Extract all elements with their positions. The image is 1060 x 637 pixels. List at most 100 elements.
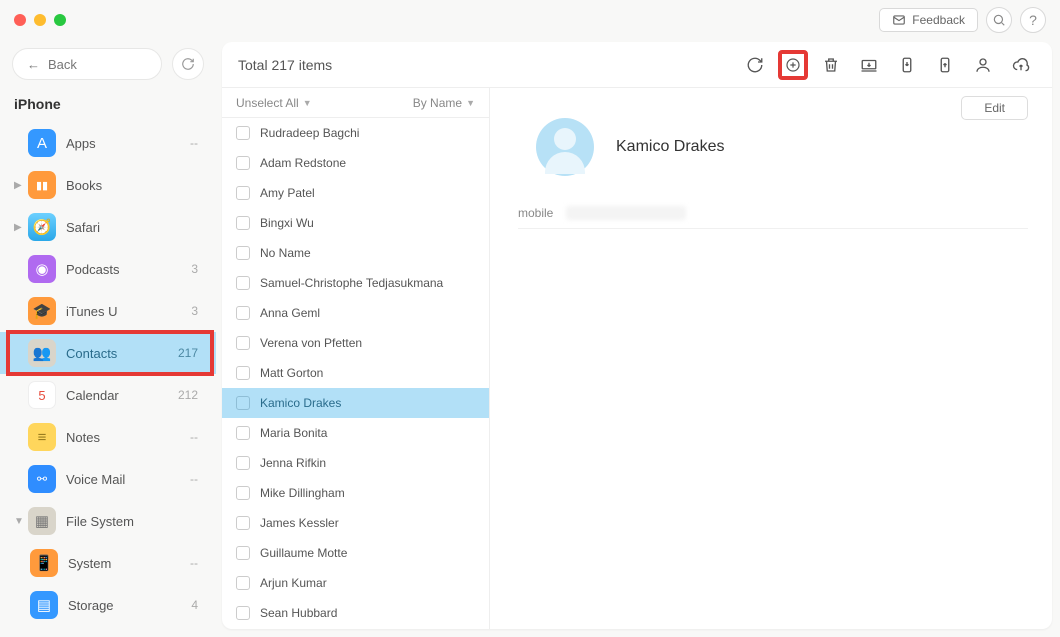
content-panel: Total 217 items — [222, 42, 1052, 629]
envelope-icon — [892, 13, 906, 27]
minimize-window-icon[interactable] — [34, 14, 46, 26]
list-item-label: Jenna Rifkin — [260, 456, 326, 470]
sidebar-item-books[interactable]: ▶ ▮▮ Books — [0, 164, 216, 206]
list-item[interactable]: Rudradeep Bagchi — [222, 118, 489, 148]
sidebar-refresh-button[interactable] — [172, 48, 204, 80]
help-button[interactable]: ? — [1020, 7, 1046, 33]
list-item-label: Maria Bonita — [260, 426, 327, 440]
merge-button[interactable] — [968, 50, 998, 80]
delete-button[interactable] — [816, 50, 846, 80]
list-item[interactable]: Verena von Pfetten — [222, 328, 489, 358]
sort-label: By Name — [413, 96, 462, 110]
list-item[interactable]: Adam Redstone — [222, 148, 489, 178]
checkbox[interactable] — [236, 516, 250, 530]
sidebar-item-label: Apps — [66, 136, 190, 151]
list-item[interactable]: Arjun Kumar — [222, 568, 489, 598]
sidebar-item-voicemail[interactable]: ⚯ Voice Mail -- — [0, 458, 216, 500]
to-mac-button[interactable] — [854, 50, 884, 80]
sidebar-item-calendar[interactable]: 5 Calendar 212 — [0, 374, 216, 416]
from-device-button[interactable] — [930, 50, 960, 80]
checkbox[interactable] — [236, 216, 250, 230]
from-device-icon — [936, 56, 954, 74]
sidebar-item-itunesu[interactable]: 🎓 iTunes U 3 — [0, 290, 216, 332]
sidebar-item-system[interactable]: 📱 System -- — [0, 542, 216, 584]
checkbox[interactable] — [236, 336, 250, 350]
checkbox[interactable] — [236, 546, 250, 560]
checkbox[interactable] — [236, 156, 250, 170]
checkbox[interactable] — [236, 126, 250, 140]
contacts-list[interactable]: Rudradeep Bagchi Adam Redstone Amy Patel Bi… — [222, 118, 489, 629]
feedback-button[interactable]: Feedback — [879, 8, 978, 32]
list-item[interactable]: Kamico Drakes — [222, 388, 489, 418]
checkbox[interactable] — [236, 366, 250, 380]
list-item[interactable]: James Kessler — [222, 508, 489, 538]
sidebar-item-apps[interactable]: A Apps -- — [0, 122, 216, 164]
list-item[interactable]: Mike Dillingham — [222, 478, 489, 508]
list-item-label: Mike Dillingham — [260, 486, 345, 500]
back-button[interactable]: ← Back — [12, 48, 162, 80]
list-item[interactable]: Amy Patel — [222, 178, 489, 208]
sidebar-item-filesystem[interactable]: ▼ ▦ File System — [0, 500, 216, 542]
list-item[interactable]: Anna Geml — [222, 298, 489, 328]
sidebar-item-safari[interactable]: ▶ 🧭 Safari — [0, 206, 216, 248]
list-item-label: Rudradeep Bagchi — [260, 126, 359, 140]
list-item[interactable]: Samuel-Christophe Tedjasukmana — [222, 268, 489, 298]
chevron-down-icon: ▼ — [14, 516, 26, 527]
calendar-icon: 5 — [28, 381, 56, 409]
close-window-icon[interactable] — [14, 14, 26, 26]
refresh-button[interactable] — [740, 50, 770, 80]
list-item-label: No Name — [260, 246, 311, 260]
plus-circle-icon — [785, 56, 801, 74]
contacts-list-column: Unselect All ▼ By Name ▼ Rudradeep Bagch… — [222, 88, 490, 629]
list-item-label: James Kessler — [260, 516, 339, 530]
help-icon: ? — [1029, 12, 1037, 28]
sidebar-item-podcasts[interactable]: ◉ Podcasts 3 — [0, 248, 216, 290]
cloud-button[interactable] — [1006, 50, 1036, 80]
sidebar-item-count: 3 — [191, 304, 198, 318]
checkbox[interactable] — [236, 456, 250, 470]
list-item[interactable]: Guillaume Motte — [222, 538, 489, 568]
sidebar-item-notes[interactable]: ≡ Notes -- — [0, 416, 216, 458]
sidebar-item-label: Storage — [68, 598, 191, 613]
safari-icon: 🧭 — [28, 213, 56, 241]
sidebar-item-label: System — [68, 556, 190, 571]
list-item-label: Arjun Kumar — [260, 576, 327, 590]
checkbox[interactable] — [236, 276, 250, 290]
list-item[interactable]: Bingxi Wu — [222, 208, 489, 238]
to-device-icon — [898, 56, 916, 74]
chevron-right-icon: ▶ — [14, 222, 26, 233]
list-item-label: Kamico Drakes — [260, 396, 341, 410]
import-to-mac-icon — [860, 56, 878, 74]
list-item-label: Guillaume Motte — [260, 546, 347, 560]
list-item[interactable]: Matt Gorton — [222, 358, 489, 388]
field-label: mobile — [518, 206, 566, 220]
checkbox[interactable] — [236, 186, 250, 200]
field-value-redacted — [566, 206, 686, 220]
caret-down-icon: ▼ — [466, 98, 475, 108]
window-controls[interactable] — [14, 14, 66, 26]
checkbox[interactable] — [236, 486, 250, 500]
list-item[interactable]: Maria Bonita — [222, 418, 489, 448]
to-device-button[interactable] — [892, 50, 922, 80]
edit-button[interactable]: Edit — [961, 96, 1028, 120]
checkbox[interactable] — [236, 306, 250, 320]
list-item[interactable]: No Name — [222, 238, 489, 268]
sidebar-item-storage[interactable]: ▤ Storage 4 — [0, 584, 216, 626]
zoom-window-icon[interactable] — [54, 14, 66, 26]
list-item-label: Amy Patel — [260, 186, 315, 200]
checkbox[interactable] — [236, 606, 250, 620]
sidebar-item-count: 4 — [191, 598, 198, 612]
checkbox[interactable] — [236, 246, 250, 260]
sidebar-item-label: Contacts — [66, 346, 178, 361]
unselect-all-button[interactable]: Unselect All ▼ — [236, 96, 312, 110]
checkbox[interactable] — [236, 576, 250, 590]
search-button[interactable] — [986, 7, 1012, 33]
checkbox[interactable] — [236, 396, 250, 410]
checkbox[interactable] — [236, 426, 250, 440]
notes-icon: ≡ — [28, 423, 56, 451]
list-item[interactable]: Sean Hubbard — [222, 598, 489, 628]
sort-by-button[interactable]: By Name ▼ — [413, 96, 475, 110]
add-button[interactable] — [778, 50, 808, 80]
list-item[interactable]: Jenna Rifkin — [222, 448, 489, 478]
sidebar-item-contacts[interactable]: 👥 Contacts 217 — [0, 332, 216, 374]
